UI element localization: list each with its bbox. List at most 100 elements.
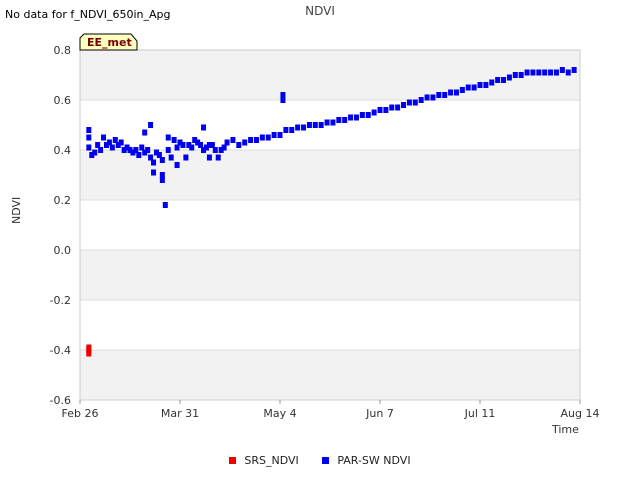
par-sw-ndvi-point: [501, 77, 507, 83]
x-axis-label: Time: [552, 423, 579, 436]
y-tick-label: 0.2: [54, 194, 72, 207]
y-tick-label: -0.2: [50, 294, 71, 307]
par-sw-ndvi-point: [548, 69, 554, 76]
par-sw-ndvi-point: [530, 69, 536, 76]
par-sw-ndvi-point: [162, 202, 168, 208]
par-sw-ndvi-point: [418, 97, 424, 103]
par-sw-ndvi-point: [283, 127, 289, 133]
par-sw-ndvi-point: [477, 82, 483, 88]
par-sw-ndvi-point: [489, 79, 495, 86]
par-sw-ndvi-point: [295, 124, 301, 131]
par-sw-ndvi-point: [430, 94, 436, 101]
par-sw-ndvi-point: [174, 162, 180, 168]
x-tick-label: Aug 14: [561, 407, 600, 420]
grid-band: [80, 350, 580, 400]
par-sw-ndvi-point: [412, 99, 418, 106]
legend-item-srs[interactable]: SRS_NDVI: [229, 454, 299, 467]
par-sw-ndvi-point: [506, 74, 512, 81]
par-sw-ndvi-point: [365, 112, 371, 118]
grid-band: [80, 50, 580, 100]
par-sw-ndvi-point: [483, 82, 489, 88]
par-sw-ndvi-point: [336, 117, 342, 123]
par-sw-ndvi-point: [536, 69, 542, 76]
grid-lines: [80, 49, 580, 401]
par-sw-ndvi-point: [371, 109, 377, 116]
par-sw-ndvi-point: [571, 67, 577, 73]
par-sw-ndvi-point: [459, 87, 465, 93]
station-badge-label: EE_met: [87, 36, 132, 49]
y-tick-label: 0.8: [54, 44, 72, 57]
data-points: [86, 67, 577, 357]
par-sw-ndvi-point: [301, 124, 307, 131]
par-sw-ndvi-point: [148, 122, 154, 128]
par-sw-ndvi-point: [92, 149, 98, 156]
par-sw-ndvi-point: [348, 114, 354, 121]
par-sw-ndvi-point: [306, 122, 312, 128]
par-sw-ndvi-point: [277, 132, 283, 138]
par-sw-ndvi-point: [565, 69, 571, 76]
y-tick-label: 0.0: [54, 244, 72, 257]
par-sw-ndvi-point: [180, 142, 186, 148]
par-sw-ndvi-point: [168, 154, 174, 161]
par-sw-ndvi-point: [230, 137, 236, 143]
par-sw-ndvi-point: [312, 122, 318, 128]
x-tick-label: Mar 31: [161, 407, 199, 420]
par-sw-ndvi-point: [201, 124, 207, 131]
par-sw-ndvi-point: [101, 134, 107, 141]
par-sw-ndvi-point: [224, 139, 230, 146]
srs-ndvi-point: [86, 349, 92, 357]
par-sw-ndvi-point: [265, 134, 271, 141]
par-sw-ndvi-point: [212, 147, 218, 153]
par-sw-ndvi-point: [401, 102, 407, 108]
par-sw-ndvi-point: [259, 134, 265, 141]
par-sw-ndvi-point: [453, 89, 459, 96]
par-sw-ndvi-point: [559, 67, 565, 73]
par-sw-ndvi-point: [471, 84, 477, 91]
par-sw-ndvi-point: [183, 154, 189, 161]
y-tick-label: -0.4: [50, 344, 71, 357]
par-sw-ndvi-point: [159, 177, 165, 183]
par-sw-ndvi-point: [542, 69, 548, 76]
par-sw-ndvi-point: [318, 122, 324, 128]
par-sw-ndvi-point: [98, 147, 104, 153]
grid-band: [80, 250, 580, 300]
par-sw-ndvi-point: [171, 137, 177, 143]
x-tick-label: May 4: [263, 407, 296, 420]
par-sw-ndvi-point: [236, 142, 242, 148]
par-sw-ndvi-point: [353, 114, 359, 121]
par-sw-ndvi-point: [553, 69, 559, 76]
x-axis-ticks: Feb 26 Mar 31 May 4 Jun 7 Jul 11 Aug 14: [62, 400, 600, 420]
y-tick-label: 0.6: [54, 94, 72, 107]
x-tick-label: Jun 7: [365, 407, 394, 420]
par-sw-ndvi-point: [465, 84, 471, 91]
station-badge: EE_met: [79, 33, 138, 51]
par-sw-ndvi-point: [518, 72, 524, 78]
par-sw-ndvi-point: [86, 127, 92, 133]
legend-label-par-sw: PAR-SW NDVI: [337, 454, 411, 467]
x-tick-label: Jul 11: [464, 407, 496, 420]
grid-bands: [80, 50, 580, 400]
par-sw-ndvi-point: [136, 152, 142, 158]
par-sw-ndvi-point: [248, 137, 254, 143]
par-sw-ndvi-point: [271, 132, 277, 138]
par-sw-ndvi-point: [215, 154, 221, 161]
par-sw-ndvi-point: [436, 92, 442, 98]
chart-canvas: -0.6 -0.4 -0.2 0.0 0.2 0.4 0.6 0.8 Feb 26 Mar 31…: [50, 33, 600, 420]
plot-frame: [79, 49, 581, 401]
par-sw-ndvi-point: [383, 107, 389, 113]
par-sw-ndvi-point: [242, 139, 248, 146]
par-sw-ndvi-point: [165, 147, 171, 153]
par-sw-ndvi-point: [395, 104, 401, 111]
par-sw-ndvi-point: [142, 129, 148, 136]
legend-item-par-sw[interactable]: PAR-SW NDVI: [322, 454, 411, 467]
par-sw-ndvi-point: [342, 117, 348, 123]
par-sw-ndvi-point: [524, 69, 530, 76]
par-sw-ndvi-point: [118, 139, 124, 146]
par-sw-ndvi-point: [289, 127, 295, 133]
y-axis-ticks: -0.6 -0.4 -0.2 0.0 0.2 0.4 0.6 0.8: [50, 44, 71, 407]
par-sw-ndvi-point: [359, 112, 365, 118]
y-tick-label: -0.6: [50, 394, 71, 407]
par-sw-ndvi-point: [151, 159, 157, 166]
par-sw-ndvi-point: [512, 72, 518, 78]
par-sw-ndvi-point: [442, 92, 448, 98]
